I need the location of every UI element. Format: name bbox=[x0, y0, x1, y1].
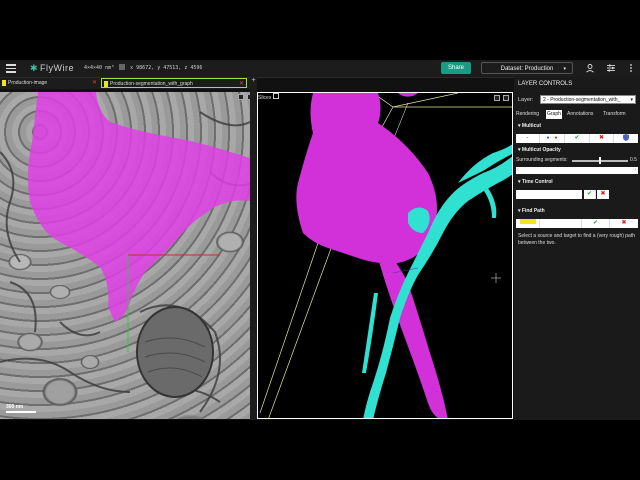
opacity-scrollbar[interactable]: ‹ › bbox=[516, 167, 638, 174]
coordinates[interactable]: x 98672, y 47513, z 4596 bbox=[130, 65, 202, 71]
more-vertical-icon[interactable] bbox=[626, 63, 636, 73]
layer-color-swatch bbox=[2, 80, 6, 86]
surrounding-segments-label: Surrounding segments: bbox=[516, 157, 568, 163]
3d-view-panel[interactable] bbox=[257, 92, 513, 419]
layer-tab-segmentation[interactable]: Production-segmentation_with_graph ✕ bbox=[101, 78, 247, 88]
tab-annotations[interactable]: Annotations bbox=[567, 110, 593, 119]
close-icon[interactable]: ✕ bbox=[239, 79, 244, 87]
close-icon[interactable]: ✕ bbox=[92, 78, 97, 88]
slices-checkbox[interactable] bbox=[272, 93, 279, 99]
scale-bar: 300 nm bbox=[6, 404, 36, 413]
find-path-cancel-button[interactable]: ✖ bbox=[610, 219, 638, 228]
time-cancel-button[interactable]: ✖ bbox=[597, 190, 609, 199]
chevron-down-icon: ▾ bbox=[630, 97, 633, 103]
position-readout[interactable]: 4×4×40 nm³ x 98672, y 47513, z 4596 bbox=[84, 64, 202, 71]
find-path-toolbar: ✔ ✖ bbox=[516, 219, 638, 228]
layer-tab-label: Production-image bbox=[8, 80, 48, 86]
fullscreen-icon[interactable] bbox=[503, 95, 509, 101]
surrounding-segments-slider[interactable]: Surrounding segments: 0.5 bbox=[516, 157, 638, 165]
tab-transform[interactable]: Transform bbox=[603, 110, 626, 119]
sliders-icon[interactable] bbox=[606, 63, 616, 73]
time-input[interactable] bbox=[516, 190, 582, 199]
find-path-points-button[interactable] bbox=[540, 219, 582, 228]
layer-tab-strip: Production-image ✕ Production-segmentati… bbox=[0, 78, 250, 89]
slices-toggle[interactable]: Slices bbox=[258, 93, 279, 101]
shield-icon bbox=[623, 134, 629, 141]
time-confirm-button[interactable]: ✔ bbox=[584, 190, 596, 199]
chevron-down-icon: ▾ bbox=[563, 66, 566, 72]
slider-thumb[interactable] bbox=[599, 157, 601, 164]
3d-scene bbox=[259, 93, 512, 418]
find-path-color-button[interactable] bbox=[516, 219, 540, 228]
layer-label: Layer: bbox=[518, 97, 534, 103]
panel-separator[interactable]: + bbox=[250, 77, 257, 420]
multicut-cancel-button[interactable]: ✖ bbox=[590, 134, 614, 143]
multicut-shield-button[interactable] bbox=[614, 134, 638, 143]
multicut-points-button[interactable]: ●···● bbox=[540, 134, 565, 143]
multicut-section-title[interactable]: ▾ Multicut bbox=[518, 123, 541, 129]
layer-tab-label: Production-segmentation_with_graph bbox=[110, 81, 193, 87]
voxel-size: 4×4×40 nm³ bbox=[84, 65, 115, 71]
multicut-toolbar: - ●···● ✔ ✖ bbox=[516, 134, 638, 143]
user-icon[interactable] bbox=[585, 63, 595, 73]
copy-position-icon[interactable] bbox=[119, 64, 126, 70]
share-button[interactable]: Share bbox=[441, 62, 471, 74]
panel-layout-icon[interactable] bbox=[494, 95, 500, 101]
segmentation-overlay bbox=[0, 92, 256, 413]
top-bar: ✱ FlyWire 4×4×40 nm³ x 98672, y 47513, z … bbox=[0, 60, 640, 78]
tab-graph[interactable]: Graph bbox=[546, 110, 562, 119]
panel-layout-icon[interactable] bbox=[238, 94, 244, 100]
sidebar-title: LAYER CONTROLS bbox=[518, 81, 573, 87]
find-path-confirm-button[interactable]: ✔ bbox=[582, 219, 610, 228]
dataset-select[interactable]: Dataset: Production ▾ bbox=[481, 62, 573, 74]
find-path-section-title[interactable]: ▾ Find Path bbox=[518, 208, 545, 214]
multicut-remove-button[interactable]: - bbox=[516, 134, 540, 143]
layer-controls-sidebar: LAYER CONTROLS Layer: 2 - Production-seg… bbox=[514, 77, 640, 420]
tab-rendering[interactable]: Rendering bbox=[516, 110, 539, 119]
em-slice-panel[interactable] bbox=[0, 92, 256, 419]
time-control-section-title[interactable]: ▾ Time Control bbox=[518, 179, 553, 185]
magenta-segment[interactable] bbox=[27, 92, 256, 322]
layer-tab-image[interactable]: Production-image ✕ bbox=[0, 78, 99, 88]
time-control-row: ✔ ✖ bbox=[516, 190, 638, 199]
layer-select[interactable]: 2 - Production-segmentation_with_ ▾ bbox=[540, 95, 636, 104]
add-layer-icon[interactable]: + bbox=[250, 77, 257, 84]
slider-value: 0.5 bbox=[630, 157, 637, 163]
logo: ✱ FlyWire bbox=[30, 63, 75, 73]
multicut-opacity-section-title[interactable]: ▾ Multicut Opacity bbox=[518, 147, 561, 153]
magenta-neuron-mesh[interactable] bbox=[296, 93, 437, 264]
find-path-description: Select a source and target to find a (ve… bbox=[518, 233, 636, 246]
sidebar-tabs: Rendering Graph Annotations Transform bbox=[516, 110, 638, 119]
menu-icon[interactable] bbox=[6, 64, 16, 73]
multicut-confirm-button[interactable]: ✔ bbox=[565, 134, 590, 143]
layer-color-swatch bbox=[104, 81, 108, 87]
path-color-swatch bbox=[519, 219, 536, 224]
